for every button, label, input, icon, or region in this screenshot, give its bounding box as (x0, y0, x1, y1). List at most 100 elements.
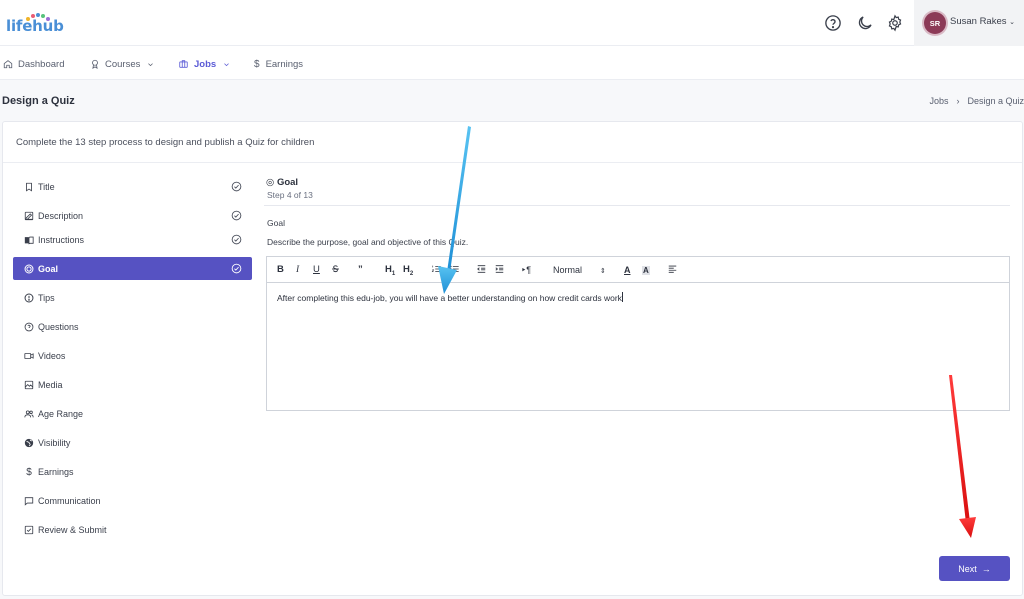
target-icon (24, 264, 34, 274)
step-label: Media (38, 379, 63, 390)
check-circle-icon (231, 263, 242, 274)
step-instructions[interactable]: Instructions (13, 228, 252, 251)
main-nav: Dashboard Courses Jobs $ Earnings (0, 46, 1024, 80)
target-icon: ◎ (266, 177, 275, 188)
info-circle-icon (24, 293, 34, 303)
field-description: Describe the purpose, goal and objective… (267, 237, 469, 247)
next-button[interactable]: Next → (939, 556, 1010, 581)
bold-button[interactable]: B (277, 264, 284, 276)
align-button[interactable] (667, 264, 678, 278)
users-icon (24, 409, 34, 419)
strike-button[interactable] (331, 264, 340, 277)
outdent-icon (477, 265, 486, 273)
bullet-list-icon (449, 265, 459, 273)
user-name: Susan Rakes ⌄ (950, 16, 1016, 27)
style-select-value: Normal (553, 265, 583, 275)
outdent-button[interactable] (476, 264, 487, 278)
step-questions[interactable]: Questions (13, 315, 252, 338)
editor-content[interactable]: After completing this edu-job, you will … (277, 292, 623, 303)
dollar-icon: $ (26, 466, 32, 478)
text-caret (621, 292, 623, 302)
top-bar: lifehub SR Susan Rakes ⌄ (0, 0, 1024, 46)
message-icon (24, 496, 34, 506)
nav-courses[interactable]: Courses (90, 57, 154, 71)
step-age-range[interactable]: Age Range (13, 402, 252, 425)
certificate-icon (92, 59, 98, 69)
question-circle-icon (24, 322, 34, 332)
briefcase-icon (179, 60, 188, 68)
check-circle-icon (231, 210, 242, 221)
help-icon[interactable] (824, 14, 842, 32)
ordered-list-button[interactable] (431, 264, 442, 278)
step-description[interactable]: Description (13, 204, 252, 227)
step-label: Goal (38, 263, 59, 274)
nav-jobs-label: Jobs (194, 58, 217, 70)
breadcrumb-jobs[interactable]: Jobs (929, 96, 948, 106)
check-circle-icon (231, 181, 242, 192)
text-direction-button[interactable]: ‣¶ (521, 264, 531, 276)
step-label: Earnings (38, 466, 74, 477)
bullet-list-button[interactable] (449, 264, 460, 278)
image-icon (24, 380, 34, 390)
text-color-button[interactable]: A (624, 264, 631, 276)
underline-button[interactable]: U (313, 264, 320, 276)
select-arrows-icon: ⇕ (600, 268, 606, 275)
highlight-button[interactable]: A (642, 264, 650, 277)
home-icon (3, 60, 13, 69)
avatar: SR (924, 12, 946, 34)
nav-dashboard-label: Dashboard (18, 58, 65, 70)
step-label: Age Range (38, 408, 84, 419)
indent-button[interactable] (494, 264, 505, 278)
step-indicator: Step 4 of 13 (267, 190, 313, 200)
highlight-icon: A (642, 266, 650, 275)
goal-rich-text-editor: B I U ” H1 H2 ‣¶ Normal ⇕ A A After compl… (266, 256, 1010, 411)
step-tips[interactable]: Tips (13, 286, 252, 309)
logo-text: lifehub (6, 17, 64, 35)
globe-icon (24, 438, 34, 448)
breadcrumb-current: Design a Quiz (967, 96, 1024, 106)
step-videos[interactable]: Videos (13, 344, 252, 367)
nav-dashboard[interactable]: Dashboard (3, 57, 64, 71)
step-label: Review & Submit (38, 524, 107, 535)
bookmark-icon (24, 182, 34, 192)
nav-earnings[interactable]: $ Earnings (254, 57, 303, 71)
step-goal[interactable]: Goal (13, 257, 252, 280)
step-earnings[interactable]: $ Earnings (13, 460, 252, 483)
chevron-down-icon (224, 62, 229, 66)
dollar-icon: $ (254, 58, 260, 70)
step-communication[interactable]: Communication (13, 489, 252, 512)
step-label: Instructions (38, 234, 85, 245)
heading1-button[interactable]: H1 (385, 264, 395, 280)
ordered-list-icon (431, 265, 441, 272)
step-visibility[interactable]: Visibility (13, 431, 252, 454)
chevron-down-icon (148, 62, 154, 66)
step-media[interactable]: Media (13, 373, 252, 396)
chevron-right-icon: › (956, 96, 960, 106)
edit-icon (24, 211, 34, 221)
indent-icon (495, 265, 504, 273)
step-title[interactable]: Title (13, 175, 252, 198)
step-label: Visibility (38, 437, 71, 448)
user-menu[interactable]: SR Susan Rakes ⌄ (914, 0, 1024, 46)
next-label: Next (958, 563, 977, 574)
step-label: Videos (38, 350, 66, 361)
nav-courses-label: Courses (105, 58, 141, 70)
section-title: ◎ Goal (266, 177, 299, 188)
step-label: Tips (38, 292, 55, 303)
breadcrumb: Jobs › Design a Quiz (929, 96, 1024, 106)
style-select[interactable]: Normal ⇕ (553, 264, 606, 278)
card-intro-text: Complete the 13 step process to design a… (16, 137, 315, 148)
moon-icon[interactable] (856, 14, 874, 32)
check-circle-icon (231, 234, 242, 245)
step-review-submit[interactable]: Review & Submit (13, 518, 252, 541)
nav-earnings-label: Earnings (265, 58, 304, 70)
editor-toolbar: B I U ” H1 H2 ‣¶ Normal ⇕ A A (267, 257, 1009, 283)
gear-icon[interactable] (886, 14, 904, 32)
chevron-down-icon: ⌄ (1009, 19, 1016, 26)
blockquote-button[interactable]: ” (358, 264, 363, 276)
divider (264, 205, 1010, 206)
nav-jobs[interactable]: Jobs (178, 57, 230, 71)
italic-button[interactable]: I (296, 264, 299, 276)
heading2-button[interactable]: H2 (403, 264, 413, 280)
step-label: Description (38, 210, 84, 221)
